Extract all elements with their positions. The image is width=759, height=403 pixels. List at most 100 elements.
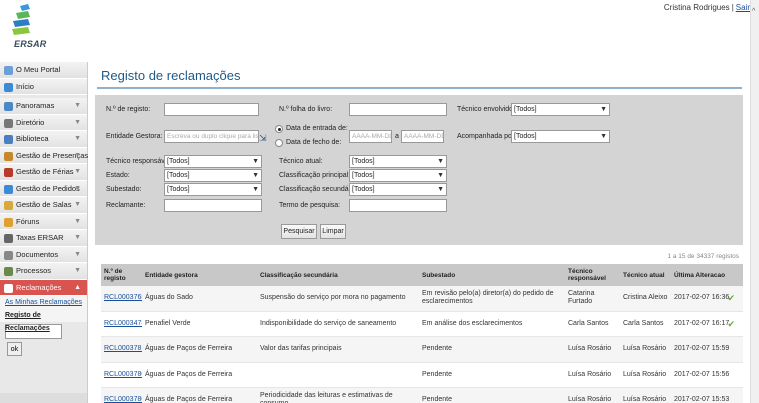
data-entrada-radio[interactable] [275, 125, 283, 133]
subestado-select[interactable]: [Todos] ▼ [164, 183, 262, 196]
tecnico-responsavel-select[interactable]: [Todos] ▼ [164, 155, 262, 168]
rooms-icon [4, 201, 13, 210]
cell-responsavel: Carla Santos [568, 319, 609, 327]
tecnico-responsavel-label: Técnico responsável: [106, 158, 173, 165]
cell-ref[interactable]: RCL00037688 [101, 286, 142, 311]
cell-ref[interactable]: RCL00037809 [101, 363, 142, 388]
cell-classificacao: Valor das tarifas principais [260, 345, 342, 353]
sidebar-item-library[interactable]: Biblioteca ▼ [0, 131, 87, 148]
sidebar-item-label: O Meu Portal [16, 65, 61, 74]
termo-input[interactable] [349, 199, 447, 212]
sidebar-item-label: Processos [16, 266, 52, 275]
classificacao-secundaria-select[interactable]: [Todos] ▼ [349, 183, 447, 196]
classificacao-principal-value: [Todos] [352, 172, 375, 179]
chevron-down-icon: ▼ [600, 106, 607, 113]
filter-panel: N.º de registo: N.º folha do livro: Técn… [95, 95, 743, 245]
chevron-down-icon: ▼ [437, 158, 444, 165]
sidebar-item-presence[interactable]: Gestão de Presenças ▼ [0, 147, 88, 164]
search-button[interactable]: Pesquisar [281, 224, 317, 239]
col-header-registo[interactable]: N.º de registo [101, 264, 142, 286]
sidebar-next-item[interactable] [0, 393, 87, 403]
sidebar-item-requests[interactable]: Gestão de Pedidos ▼ [0, 180, 87, 197]
cell-ref[interactable]: RCL00034787 [101, 312, 142, 337]
classificacao-principal-label: Classificação principal: [279, 172, 351, 179]
cell-subestado: Pendente [422, 396, 452, 403]
clear-button[interactable]: Limpar [320, 224, 346, 239]
chevron-down-icon: ▼ [600, 133, 607, 140]
date-from-input[interactable]: AAAA-MM-DD [349, 130, 392, 143]
table-row[interactable]: RCL00037808Águas de Paços de Ferreira Per… [101, 388, 743, 403]
complaint-link[interactable]: RCL00037808 [104, 396, 142, 403]
table-body: RCL00037688Águas do Sado Suspensão do ser… [101, 286, 743, 403]
subestado-label: Subestado: [106, 186, 142, 193]
cell-subestado: Pendente [422, 370, 452, 378]
cell-ref[interactable]: RCL00037808 [101, 388, 142, 403]
sidebar-item-directory[interactable]: Diretório ▼ [0, 114, 87, 131]
estado-value: [Todos] [167, 172, 190, 179]
col-header-atual[interactable]: Técnico atual [620, 264, 671, 286]
tecnico-envolvido-select[interactable]: [Todos] ▼ [511, 103, 610, 116]
cell-atual: Luísa Rosário [623, 396, 667, 403]
sidebar-ok-button[interactable]: ok [7, 342, 22, 356]
chevron-down-icon: ▼ [74, 102, 81, 109]
col-header-data[interactable]: Última Alteracao [671, 264, 743, 286]
sidebar-subnav: As Minhas Reclamações Registo de Reclama… [0, 296, 87, 332]
sidebar-item-vacation[interactable]: Gestão de Férias ▼ [0, 164, 87, 181]
scroll-up-icon[interactable]: ^ [752, 8, 755, 15]
col-header-subestado[interactable]: Subestado [419, 264, 565, 286]
date-to-input[interactable]: AAAA-MM-DD [401, 130, 444, 143]
cell-responsavel: Luísa Rosário [568, 345, 612, 353]
documents-icon [4, 250, 13, 260]
reclamante-label: Reclamante: [106, 202, 146, 209]
sidebar-sub-complaints-register[interactable]: Registo de Reclamações [0, 309, 87, 332]
table-row[interactable]: RCL00037809Águas de Paços de Ferreira Pen… [101, 363, 743, 388]
estado-select[interactable]: [Todos] ▼ [164, 169, 262, 182]
lookup-icon[interactable]: ⇲ [259, 133, 269, 143]
sidebar-item-label: Início [16, 81, 34, 91]
vacation-icon [4, 168, 13, 177]
sidebar-item-documents[interactable]: Documentos ▼ [0, 246, 87, 263]
sidebar-item-rooms[interactable]: Gestão de Salas ▼ [0, 197, 87, 214]
cell-atual: Cristina Aleixo [623, 294, 668, 302]
registo-input[interactable] [164, 103, 259, 116]
table-row[interactable]: RCL00034787Penafiel Verde Indisponibilida… [101, 312, 743, 337]
sidebar-item-forum[interactable]: Fóruns ▼ [0, 213, 87, 230]
cell-entidade: Águas de Paços de Ferreira [145, 345, 233, 353]
sidebar-item-fees[interactable]: Taxas ERSAR ▼ [0, 230, 87, 247]
sidebar-item-portal[interactable]: O Meu Portal [0, 62, 87, 79]
cell-ref[interactable]: RCL00037810 [101, 337, 142, 362]
complaint-link[interactable]: RCL00037809 [104, 371, 142, 379]
user-separator: | [731, 3, 734, 12]
sidebar-item-home[interactable]: Início [0, 78, 87, 95]
col-header-classificacao[interactable]: Classificação secundária [257, 264, 419, 286]
folha-input[interactable] [349, 103, 447, 116]
entidade-input[interactable]: Escreva ou duplo clique para lista [164, 130, 259, 143]
sidebar-item-processes[interactable]: Processos ▼ [0, 263, 87, 280]
sidebar-sub-my-complaints[interactable]: As Minhas Reclamações [0, 296, 87, 309]
complaint-link[interactable]: RCL00034787 [104, 320, 142, 328]
table-row[interactable]: RCL00037810Águas de Paços de Ferreira Val… [101, 337, 743, 363]
col-header-responsavel[interactable]: Técnico responsável [565, 264, 620, 286]
sidebar-item-label: Diretório [16, 117, 45, 127]
sidebar-item-complaints[interactable]: Reclamações ▲ [0, 279, 87, 296]
tecnico-responsavel-value: [Todos] [167, 158, 190, 165]
sidebar-item-panorama[interactable]: Panoramas ▼ [0, 98, 87, 115]
acompanhada-select[interactable]: [Todos] ▼ [511, 130, 610, 143]
vertical-scrollbar[interactable]: ^ [750, 0, 759, 403]
tecnico-atual-select[interactable]: [Todos] ▼ [349, 155, 447, 168]
logout-link[interactable]: Sair [736, 3, 750, 12]
chevron-down-icon: ▼ [74, 118, 81, 126]
acompanhada-label: Acompanhada por: [457, 133, 517, 140]
classificacao-principal-select[interactable]: [Todos] ▼ [349, 169, 447, 182]
estado-label: Estado: [106, 172, 130, 179]
complaint-link[interactable]: RCL00037688 [104, 294, 142, 302]
chevron-down-icon: ▼ [74, 250, 81, 258]
processes-icon [4, 267, 13, 276]
table-row[interactable]: RCL00037688Águas do Sado Suspensão do ser… [101, 286, 743, 312]
data-fecho-radio[interactable] [275, 139, 283, 147]
cell-atual: Luísa Rosário [623, 370, 667, 378]
reclamante-input[interactable] [164, 199, 262, 212]
col-header-entidade[interactable]: Entidade gestora [142, 264, 257, 286]
complaint-link[interactable]: RCL00037810 [104, 345, 142, 353]
classificacao-secundaria-label: Classificação secundária: [279, 186, 359, 193]
